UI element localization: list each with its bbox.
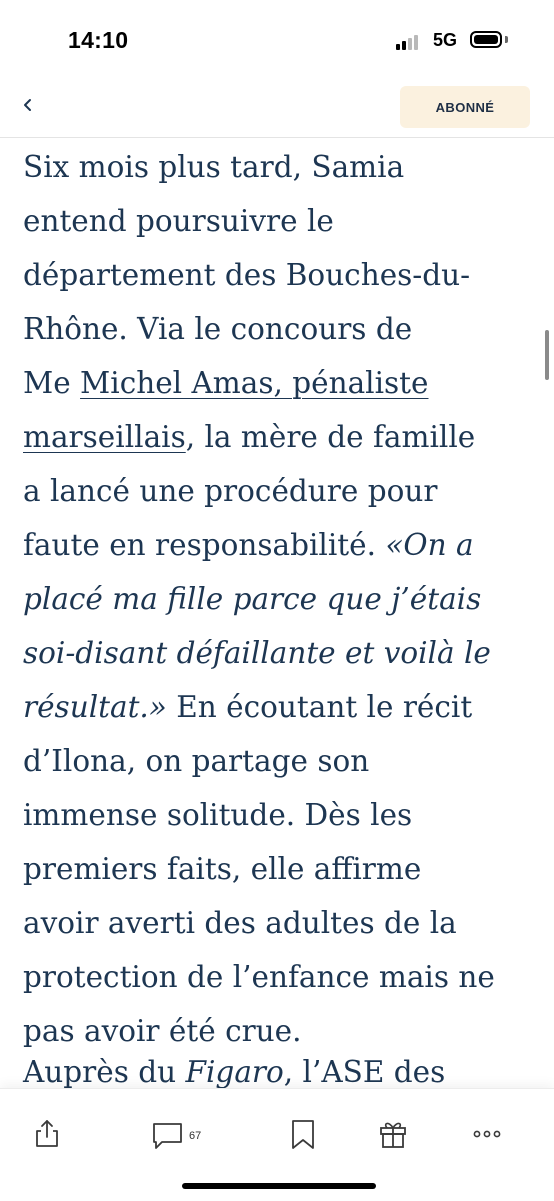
text-line: premiers faits, elle affirme bbox=[23, 852, 422, 886]
text-line: avoir averti des adultes de la bbox=[23, 906, 457, 940]
lawyer-link-continued[interactable]: marseillais bbox=[23, 420, 186, 454]
quote-line: soi-disant défaillante et voilà le bbox=[23, 636, 491, 670]
gift-article-button[interactable] bbox=[376, 1117, 410, 1151]
home-indicator[interactable] bbox=[182, 1183, 376, 1189]
text-fragment: , la mère de famille bbox=[185, 420, 476, 454]
text-fragment: En écoutant le récit bbox=[166, 690, 473, 724]
text-line: entend poursuivre le bbox=[23, 204, 334, 238]
text-line: protection de l’enfance mais ne bbox=[23, 960, 495, 994]
text-line: résultat.» En écoutant le récit bbox=[23, 680, 533, 734]
bookmark-button[interactable] bbox=[288, 1117, 318, 1151]
bookmark-icon bbox=[292, 1120, 314, 1149]
text-line: département des Bouches-du- bbox=[23, 258, 471, 292]
text-fragment: faute en responsabilité. bbox=[23, 528, 386, 562]
lawyer-link[interactable]: Michel Amas, pénaliste bbox=[80, 366, 428, 400]
comment-count: 67 bbox=[189, 1130, 202, 1142]
chevron-left-icon bbox=[24, 99, 31, 111]
share-button[interactable] bbox=[30, 1117, 64, 1151]
text-line: Rhône. Via le concours de bbox=[23, 312, 413, 346]
status-bar: 14:10 5G bbox=[0, 0, 554, 80]
quote-text: «On a bbox=[385, 528, 474, 562]
gift-icon bbox=[380, 1122, 406, 1148]
text-line: immense solitude. Dès les bbox=[23, 798, 413, 832]
publication-name: Figaro bbox=[185, 1055, 284, 1089]
quote-line: placé ma fille parce que j’étais bbox=[23, 582, 482, 616]
text-line: Six mois plus tard, Samia bbox=[23, 150, 405, 184]
text-fragment: Auprès du bbox=[23, 1055, 186, 1089]
scrollbar[interactable] bbox=[545, 330, 549, 380]
comments-button[interactable] bbox=[150, 1117, 186, 1151]
text-line: a lancé une procédure pour bbox=[23, 474, 438, 508]
status-time: 14:10 bbox=[68, 27, 129, 53]
share-icon bbox=[36, 1120, 58, 1147]
article-paragraph: Six mois plus tard, Samia entend poursui… bbox=[23, 140, 533, 1058]
text-line: faute en responsabilité. «On a bbox=[23, 518, 533, 572]
text-line: d’Ilona, on partage son bbox=[23, 744, 370, 778]
subscribed-button[interactable]: ABONNÉ bbox=[400, 86, 530, 128]
quote-text: résultat.» bbox=[23, 690, 167, 724]
text-line: Me Michel Amas, pénaliste bbox=[23, 356, 533, 410]
back-button[interactable] bbox=[18, 88, 48, 122]
more-icon bbox=[473, 1130, 501, 1138]
text-fragment: Me bbox=[23, 366, 81, 400]
more-options-button[interactable] bbox=[470, 1117, 504, 1151]
battery-cap bbox=[505, 36, 508, 43]
signal-strength-icon bbox=[396, 33, 424, 50]
article-body: Six mois plus tard, Samia entend poursui… bbox=[23, 140, 533, 1089]
network-type: 5G bbox=[433, 30, 458, 50]
nav-bar: ABONNÉ bbox=[0, 80, 554, 138]
battery-icon bbox=[470, 31, 502, 48]
text-fragment: , l’ASE des bbox=[283, 1055, 446, 1089]
comment-icon bbox=[153, 1123, 182, 1149]
text-line: marseillais, la mère de famille bbox=[23, 410, 533, 464]
